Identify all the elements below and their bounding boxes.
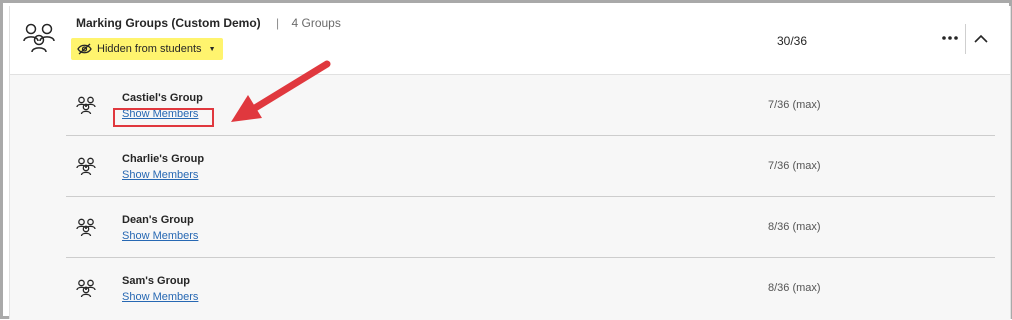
group-set-title: Marking Groups (Custom Demo): [76, 16, 261, 30]
group-icon: [23, 23, 55, 53]
group-row: Charlie's Group Show Members 7/36 (max): [66, 136, 995, 197]
group-capacity: 8/36 (max): [768, 221, 821, 233]
group-icon: [76, 279, 96, 298]
show-members-link[interactable]: Show Members: [122, 291, 198, 303]
show-members-link[interactable]: Show Members: [122, 230, 198, 242]
header-divider: [965, 24, 966, 54]
group-icon: [76, 96, 96, 115]
more-options-icon[interactable]: [940, 28, 960, 48]
visibility-label: Hidden from students: [97, 43, 202, 55]
group-row: Sam's Group Show Members 8/36 (max): [66, 258, 995, 318]
group-name: Dean's Group: [122, 214, 194, 226]
group-name: Charlie's Group: [122, 153, 205, 165]
chevron-up-icon[interactable]: [970, 28, 992, 50]
visibility-dropdown[interactable]: Hidden from students ▼: [71, 38, 223, 60]
group-capacity: 8/36 (max): [768, 282, 821, 294]
group-name: Castiel's Group: [122, 92, 203, 104]
annotation-highlight-box: [113, 108, 214, 127]
title-row: Marking Groups (Custom Demo) | 4 Groups: [76, 16, 341, 30]
group-set-header: Marking Groups (Custom Demo) | 4 Groups …: [10, 6, 1010, 74]
group-capacity: 7/36 (max): [768, 99, 821, 111]
chevron-down-icon: ▼: [208, 45, 216, 53]
title-separator: |: [276, 16, 280, 30]
show-members-link[interactable]: Show Members: [122, 169, 198, 181]
screenshot-frame: Marking Groups (Custom Demo) | 4 Groups …: [0, 0, 1012, 320]
group-icon: [76, 218, 96, 237]
group-icon: [76, 157, 96, 176]
eye-slash-icon: [77, 43, 92, 55]
group-capacity: 7/36 (max): [768, 160, 821, 172]
group-count: 4 Groups: [291, 16, 341, 30]
group-set-card: Marking Groups (Custom Demo) | 4 Groups …: [9, 6, 1011, 320]
total-members: 30/36: [777, 34, 808, 48]
annotation-arrow-icon: [231, 60, 331, 122]
group-row: Dean's Group Show Members 8/36 (max): [66, 197, 995, 258]
group-name: Sam's Group: [122, 275, 191, 287]
